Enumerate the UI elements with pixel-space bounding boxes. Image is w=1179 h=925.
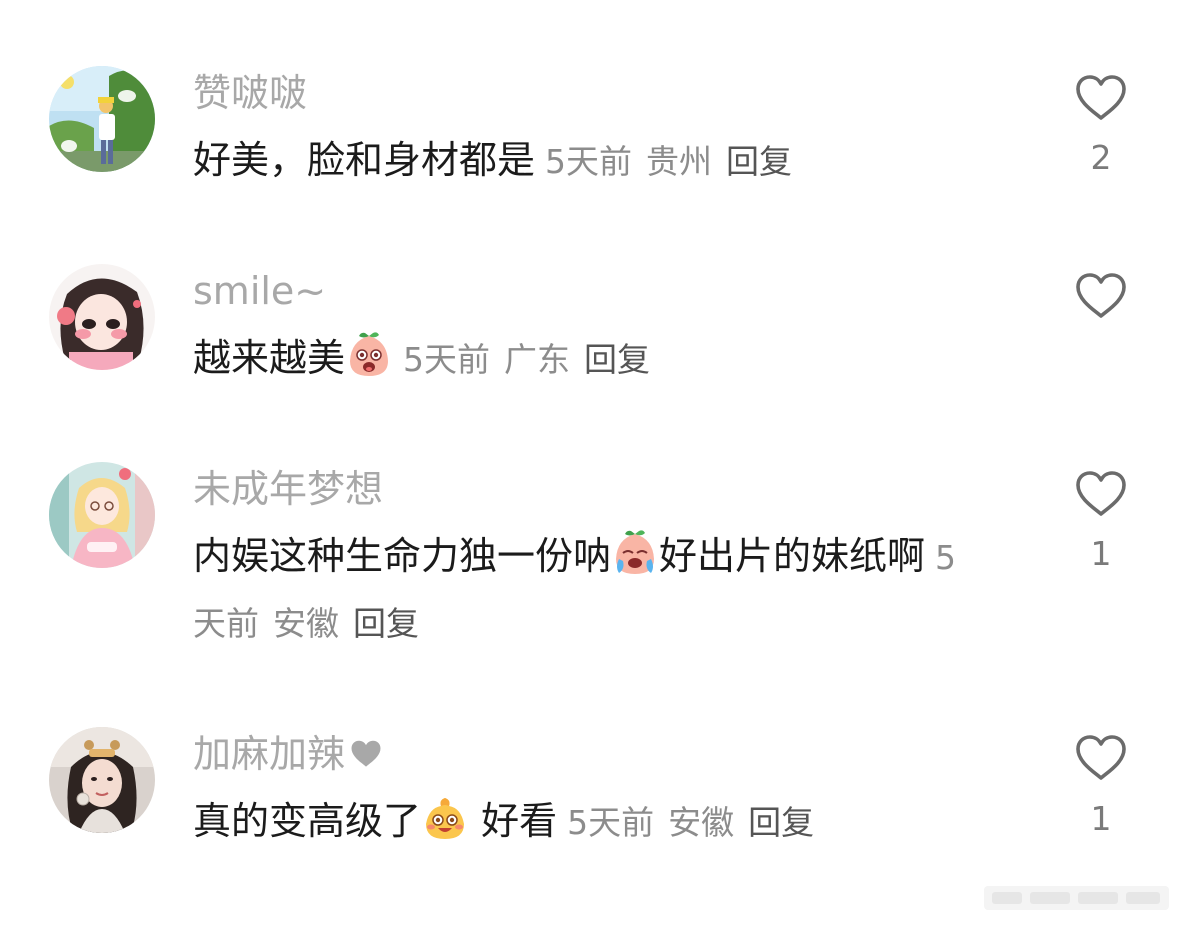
location: 安徽 (273, 604, 339, 643)
reply-button[interactable]: 回复 (353, 604, 419, 643)
watermark-logo (984, 886, 1169, 910)
like-button[interactable] (1074, 272, 1128, 320)
like-button[interactable] (1074, 734, 1128, 782)
location: 贵州 (646, 142, 713, 181)
like-count: 1 (1090, 799, 1112, 838)
comment-text: 真的变高级了 好看 5天前 安徽 回复 (193, 789, 1013, 855)
heart-outline-icon (1074, 470, 1128, 518)
username-text: 加麻加辣 (193, 732, 346, 776)
reply-button[interactable]: 回复 (726, 142, 792, 181)
comment-content-continued: 好看 (469, 799, 558, 843)
happy-bun-emoji (426, 798, 465, 839)
comment-text: 内娱这种生命力独一份呐 好出片的妹纸啊 5天前 安徽 回复 (193, 524, 983, 656)
like-button[interactable] (1074, 470, 1128, 518)
comment-meta: 5天前 广东 回复 (403, 340, 650, 379)
reply-button[interactable]: 回复 (584, 340, 650, 379)
heart-filled-icon (351, 740, 381, 767)
timestamp: 5天前 (403, 340, 491, 379)
timestamp: 5天前 (567, 803, 655, 842)
avatar[interactable] (49, 462, 155, 568)
surprised-peach-emoji (350, 332, 389, 376)
comment-list: 赞啵啵 好美，脸和身材都是 5天前 贵州 回复 2 smile~ 越来越美 5天… (0, 0, 1179, 925)
comment-text: 越来越美 5天前 广东 回复 (193, 326, 1013, 392)
like-button[interactable] (1074, 74, 1128, 122)
comment-text: 好美，脸和身材都是 5天前 贵州 回复 (193, 128, 1013, 194)
avatar[interactable] (49, 264, 155, 370)
timestamp: 5天前 (545, 142, 633, 181)
comment-content: 好美，脸和身材都是 (193, 138, 536, 182)
username[interactable]: 未成年梦想 (193, 466, 383, 512)
username[interactable]: smile~ (193, 268, 326, 314)
location: 广东 (504, 340, 571, 379)
comment-meta: 5天前 安徽 回复 (567, 803, 814, 842)
location: 安徽 (668, 803, 735, 842)
heart-outline-icon (1074, 734, 1128, 782)
like-count: 2 (1090, 138, 1112, 177)
heart-outline-icon (1074, 74, 1128, 122)
like-count: 1 (1090, 534, 1112, 573)
reply-button[interactable]: 回复 (748, 803, 814, 842)
comment-content: 越来越美 (193, 336, 346, 380)
username[interactable]: 加麻加辣 (193, 731, 383, 777)
username[interactable]: 赞啵啵 (193, 70, 307, 116)
comment-content: 内娱这种生命力独一份呐 (193, 534, 612, 578)
comment-meta: 5天前 贵州 回复 (545, 142, 792, 181)
heart-outline-icon (1074, 272, 1128, 320)
crying-peach-emoji (616, 530, 655, 574)
comment-content-continued: 好出片的妹纸啊 (659, 534, 926, 578)
avatar[interactable] (49, 727, 155, 833)
comment-content: 真的变高级了 (193, 799, 422, 843)
avatar[interactable] (49, 66, 155, 172)
